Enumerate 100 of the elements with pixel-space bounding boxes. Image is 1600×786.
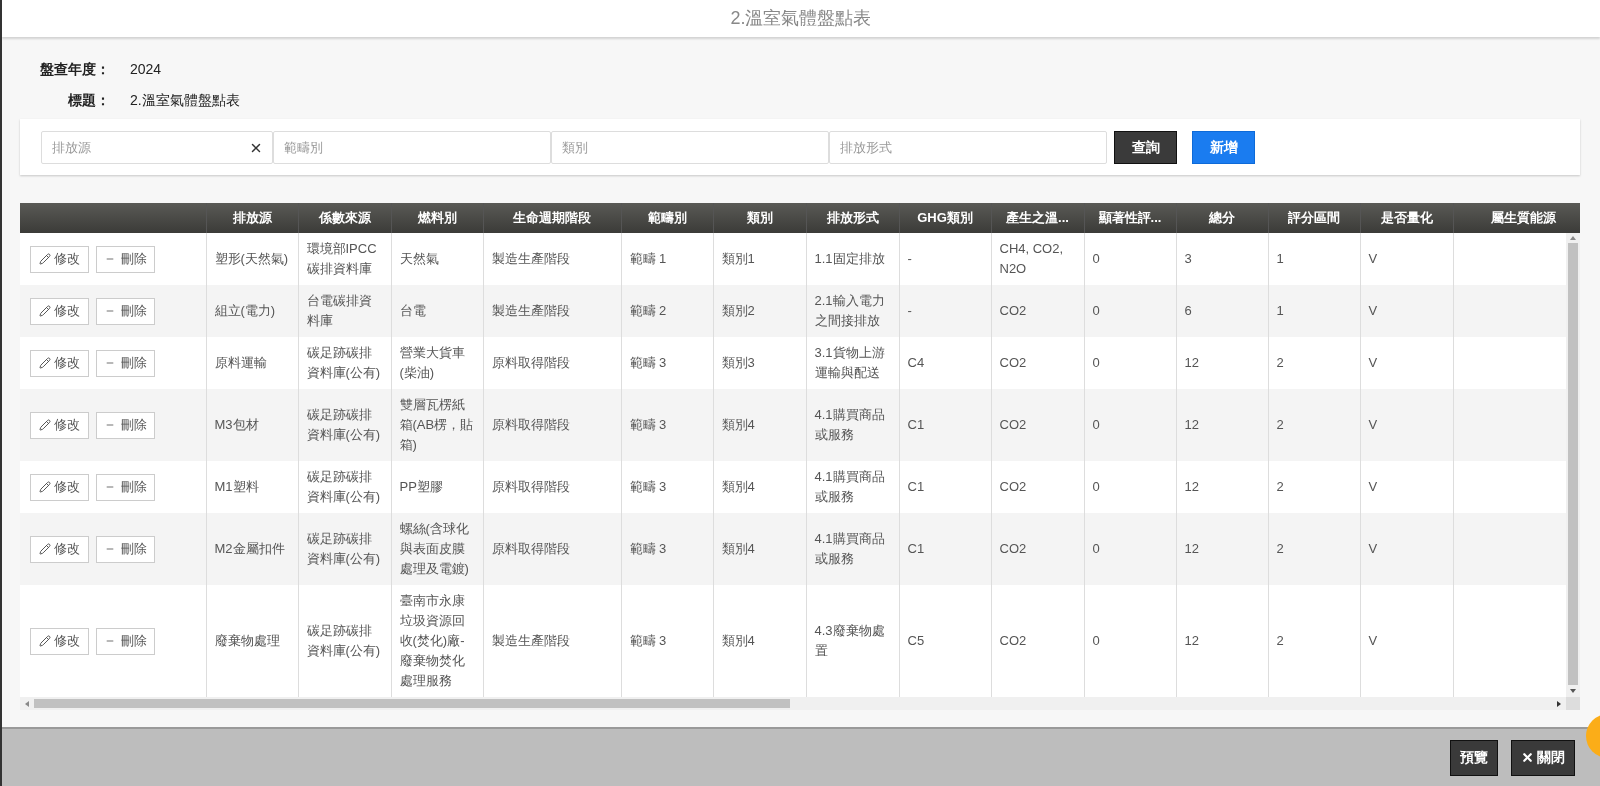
filter-field[interactable]: 排放形式 (829, 130, 1107, 164)
table-cell: CO2 (999, 479, 1027, 494)
table-cell: 2 (1276, 541, 1284, 556)
table-cell: PP塑膠 (399, 479, 443, 494)
filter-field[interactable]: 類別 (551, 130, 829, 164)
table-cell: 6 (1184, 303, 1192, 318)
pencil-icon (39, 357, 51, 369)
table-cell: 0 (1092, 355, 1100, 370)
table-cell: 1 (1276, 251, 1284, 266)
table-cell: 原料取得階段 (491, 417, 570, 432)
table-cell: 製造生產階段 (491, 251, 570, 266)
search-button[interactable]: 查詢 (1114, 130, 1177, 164)
table-cell: 原料運輸 (214, 355, 267, 370)
delete-button[interactable]: 刪除 (96, 245, 155, 273)
table-cell: V (1368, 417, 1378, 432)
table-cell: M2金屬扣件 (214, 541, 285, 556)
horizontal-scrollbar[interactable] (20, 697, 1580, 710)
table-cell: M1塑料 (214, 479, 259, 494)
edit-button[interactable]: 修改 (30, 535, 89, 563)
table-cell: 天然氣 (399, 251, 439, 266)
table-cell: 12 (1184, 479, 1199, 494)
table-cell: 類別1 (721, 251, 755, 266)
table-cell: C1 (907, 479, 925, 494)
table-cell: 4.1購買商品或服務 (814, 531, 885, 566)
table-cell: 3.1貨物上游運輸與配送 (814, 345, 885, 380)
table-cell: 類別4 (721, 479, 755, 494)
table-cell: 台電 (399, 303, 426, 318)
column-header: 評分區間 (1288, 210, 1340, 226)
vertical-scrollbar[interactable] (1566, 233, 1580, 697)
table-cell: 類別4 (721, 633, 755, 648)
table-cell: 組立(電力) (214, 303, 276, 318)
filter-field[interactable]: 範疇別 (273, 130, 551, 164)
table-cell: CO2 (999, 303, 1027, 318)
table-cell: 12 (1184, 355, 1199, 370)
field-value: 2.溫室氣體盤點表 (130, 91, 240, 110)
table-cell: 製造生產階段 (491, 303, 570, 318)
delete-button[interactable]: 刪除 (96, 627, 155, 655)
column-header: 顯著性評... (1098, 210, 1162, 226)
edit-button[interactable]: 修改 (30, 411, 89, 439)
table-cell: 4.3廢棄物處置 (814, 623, 885, 658)
table-cell: 範疇 3 (629, 479, 667, 494)
pencil-icon (39, 305, 51, 317)
table-cell: 2 (1276, 479, 1284, 494)
pencil-icon (39, 253, 51, 265)
table-cell: CO2 (999, 417, 1027, 432)
field-label: 標題： (67, 91, 110, 110)
column-header: 總分 (1209, 210, 1235, 226)
pencil-icon (39, 635, 51, 647)
pencil-icon (39, 543, 51, 555)
column-header: 燃料別 (417, 210, 457, 226)
table-cell: 2 (1276, 633, 1284, 648)
table-cell: 12 (1184, 417, 1199, 432)
table-cell: CO2 (999, 633, 1027, 648)
delete-button[interactable]: 刪除 (96, 411, 155, 439)
table-cell: 2 (1276, 355, 1284, 370)
table-cell: M3包材 (214, 417, 259, 432)
edit-button[interactable]: 修改 (30, 627, 89, 655)
table-cell: - (907, 251, 912, 266)
table-cell: V (1368, 303, 1378, 318)
table-cell: C1 (907, 541, 925, 556)
filter-field[interactable]: 排放源 (41, 130, 273, 164)
table-cell: 環境部IPCC碳排資料庫 (306, 241, 377, 276)
table-cell: 台電碳排資料庫 (306, 293, 372, 328)
table-cell: 4.1購買商品或服務 (814, 407, 885, 442)
column-header: 係數來源 (318, 210, 371, 226)
column-header: 是否量化 (1380, 210, 1433, 226)
table-cell: 製造生產階段 (491, 633, 570, 648)
pencil-icon (39, 419, 51, 431)
table-cell: 營業大貨車(柴油) (399, 345, 465, 380)
edit-button[interactable]: 修改 (30, 349, 89, 377)
table-cell: 碳足跡碳排資料庫(公有) (306, 623, 381, 658)
table-cell: C4 (907, 355, 925, 370)
table-cell: 1 (1276, 303, 1284, 318)
delete-button[interactable]: 刪除 (96, 473, 155, 501)
edit-button[interactable]: 修改 (30, 297, 89, 325)
table-cell: 碳足跡碳排資料庫(公有) (306, 407, 381, 442)
table-cell: 範疇 2 (629, 303, 667, 318)
edit-button[interactable]: 修改 (30, 245, 89, 273)
table-cell: 臺南市永康垃圾資源回收(焚化)廠-廢棄物焚化處理服務 (399, 593, 465, 688)
column-header: 生命週期階段 (513, 210, 591, 226)
close-button[interactable]: 關閉 (1511, 739, 1575, 776)
table-cell: 範疇 1 (629, 251, 667, 266)
add-button[interactable]: 新增 (1192, 130, 1255, 164)
column-header: 屬生質能源 (1490, 210, 1556, 226)
table-cell: 1.1固定排放 (814, 251, 885, 266)
delete-button[interactable]: 刪除 (96, 297, 155, 325)
table-cell: 12 (1184, 541, 1199, 556)
preview-button[interactable]: 預覽 (1450, 739, 1498, 776)
table-cell: 螺絲(含球化與表面皮膜處理及電鍍) (399, 521, 469, 576)
table-cell: 2.1輸入電力之間接排放 (814, 293, 885, 328)
table-cell: 類別4 (721, 417, 755, 432)
delete-button[interactable]: 刪除 (96, 349, 155, 377)
edit-button[interactable]: 修改 (30, 473, 89, 501)
table-cell: 12 (1184, 633, 1199, 648)
table-cell: C5 (907, 633, 925, 648)
delete-button[interactable]: 刪除 (96, 535, 155, 563)
table-cell: 4.1購買商品或服務 (814, 469, 885, 504)
column-header: 排放源 (232, 210, 272, 226)
table-cell: 原料取得階段 (491, 541, 570, 556)
table-cell: CO2 (999, 355, 1027, 370)
